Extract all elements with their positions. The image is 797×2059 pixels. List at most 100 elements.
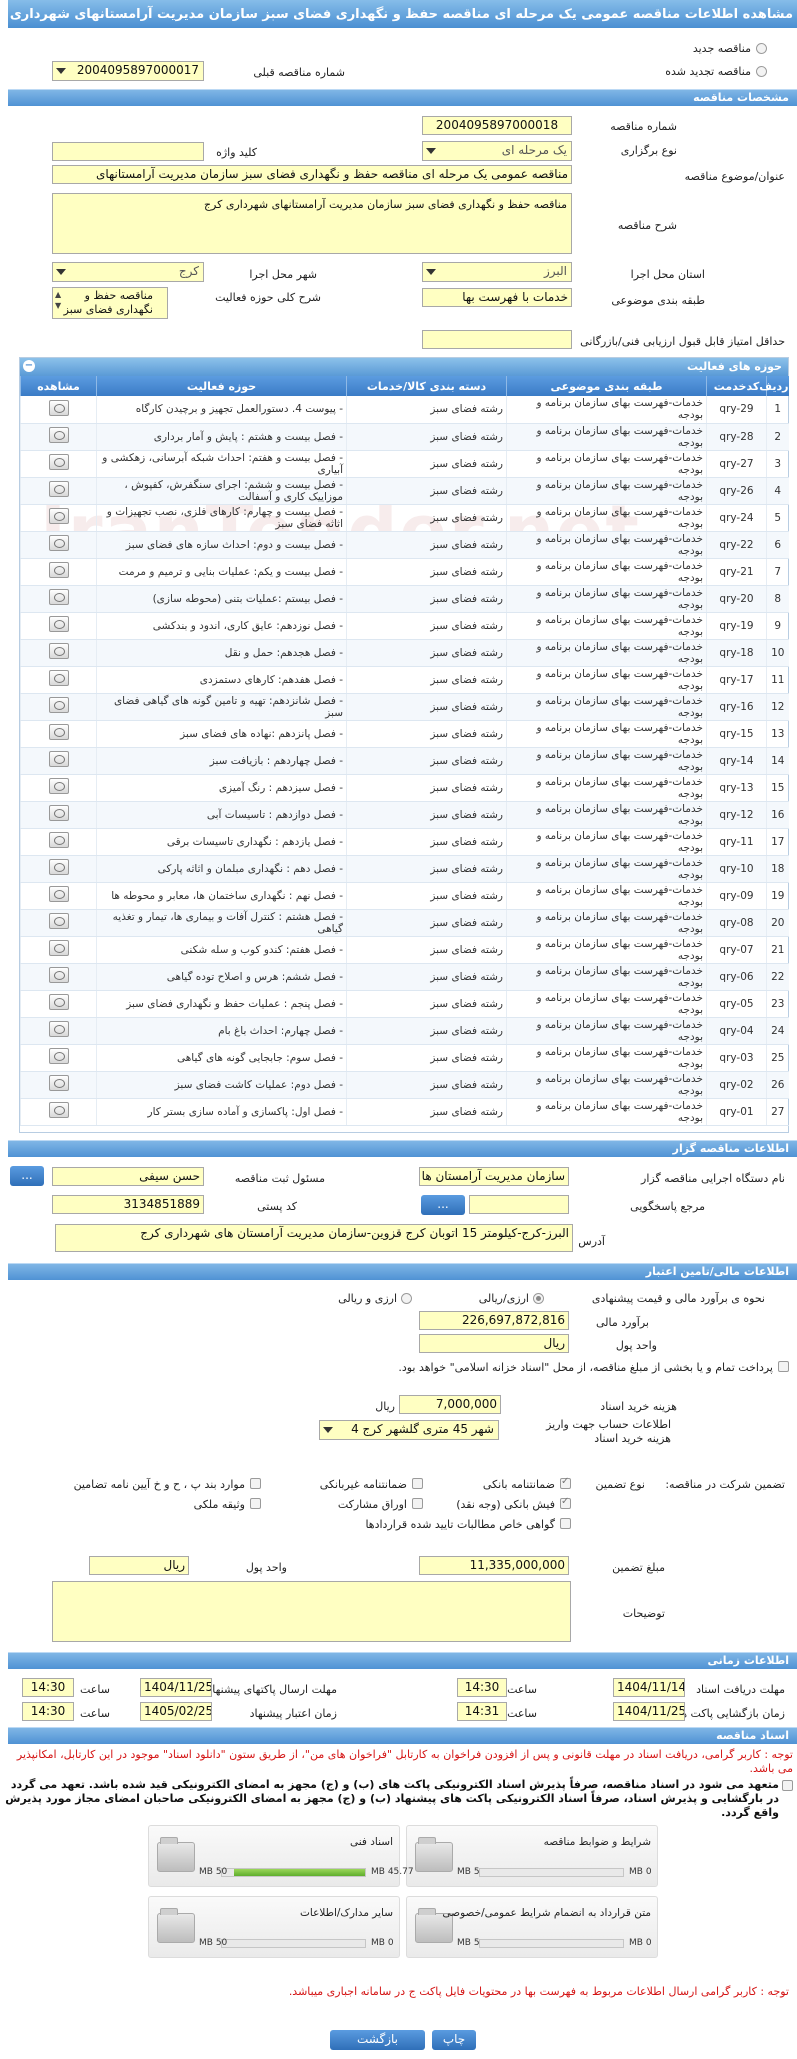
ref-field[interactable] — [469, 1195, 569, 1214]
view-icon[interactable] — [48, 967, 69, 983]
doc-box-technical[interactable]: اسناد فنی 50 MB 45.77 MB — [148, 1825, 414, 1887]
official-field[interactable]: حسن سیفی — [52, 1167, 204, 1186]
view-icon[interactable] — [48, 994, 69, 1010]
row-category: خدمات-فهرست بهای سازمان برنامه و بودجه — [506, 693, 707, 721]
print-button[interactable]: چاپ — [432, 2030, 476, 2050]
view-icon[interactable] — [48, 454, 69, 470]
treasury-checkbox[interactable] — [778, 1361, 789, 1372]
address-field[interactable]: البرز-کرج-کیلومتر 15 اتوبان کرج قزوین-سا… — [55, 1224, 573, 1252]
unit-field[interactable]: ریال — [419, 1334, 569, 1353]
row-activity: - فصل نهم : نگهداری ساختمان ها، معابر و … — [96, 882, 347, 910]
number-field[interactable]: 2004095897000018 — [422, 116, 572, 135]
section-docs: اسناد مناقصه — [8, 1727, 797, 1744]
commitment-checkbox[interactable] — [782, 1780, 793, 1791]
back-button[interactable]: بازگشت — [330, 2030, 425, 2050]
view-icon[interactable] — [48, 589, 69, 605]
view-icon[interactable] — [48, 724, 69, 740]
subject-field[interactable]: مناقصه عمومی یک مرحله ای مناقصه حفظ و نگ… — [52, 165, 572, 184]
prev-number-select[interactable]: 2004095897000017 — [52, 61, 204, 81]
city-select[interactable]: کرج — [52, 262, 204, 282]
fx-radio[interactable] — [401, 1293, 412, 1304]
send-time[interactable]: 14:30 — [22, 1678, 74, 1697]
opt-nonbank-checkbox[interactable] — [412, 1478, 423, 1489]
view-icon[interactable] — [48, 697, 69, 713]
row-activity: - فصل بیست و دوم: احداث سازه های فضای سب… — [96, 531, 347, 559]
row-index: 12 — [766, 693, 789, 721]
view-icon[interactable] — [48, 1048, 69, 1064]
opt-bonds-checkbox[interactable] — [412, 1498, 423, 1509]
renewed-tender-radio[interactable] — [756, 66, 767, 77]
budget-field[interactable]: 226,697,872,816 — [419, 1311, 569, 1330]
official-lookup-button[interactable]: ... — [10, 1166, 44, 1186]
doc-box-terms[interactable]: شرایط و ضوابط مناقصه 5 MB 0 MB — [406, 1825, 658, 1887]
row-code: qry-14 — [706, 747, 767, 775]
keyword-field[interactable] — [52, 142, 204, 161]
recv-time[interactable]: 14:30 — [457, 1678, 507, 1697]
amount-unit-field[interactable]: ریال — [89, 1556, 189, 1575]
opt-bank-checkbox[interactable] — [560, 1476, 571, 1489]
open-date[interactable]: 1404/11/25 — [613, 1702, 685, 1721]
doc-box-other[interactable]: سایر مدارک/اطلاعات 50 MB 0 MB — [148, 1896, 400, 1958]
section-specs: مشخصات مناقصه — [8, 89, 797, 106]
account-select[interactable]: شهر 45 متری گلشهر کرج 4 — [319, 1420, 499, 1440]
view-icon[interactable] — [48, 562, 69, 578]
row-view-cell — [20, 909, 97, 937]
valid-time[interactable]: 14:30 — [22, 1702, 74, 1721]
type-select[interactable]: یک مرحله ای — [422, 141, 572, 161]
row-activity: - فصل اول: پاکسازی و آماده سازی بستر کار — [96, 1098, 347, 1126]
view-icon[interactable] — [48, 805, 69, 821]
new-tender-radio[interactable] — [756, 43, 767, 54]
valid-date[interactable]: 1405/02/25 — [140, 1702, 212, 1721]
open-time[interactable]: 14:31 — [457, 1702, 507, 1721]
view-icon[interactable] — [48, 778, 69, 794]
opt-bank-label: ضمانتنامه بانکی — [482, 1478, 555, 1491]
view-icon[interactable] — [48, 427, 69, 443]
view-icon[interactable] — [48, 670, 69, 686]
view-icon[interactable] — [48, 643, 69, 659]
view-icon[interactable] — [48, 859, 69, 875]
desc-field[interactable]: مناقصه حفظ و نگهداری فضای سبز سازمان مدی… — [52, 193, 572, 254]
min-score-field[interactable] — [422, 330, 572, 349]
view-icon[interactable] — [48, 481, 69, 497]
view-icon[interactable] — [48, 1075, 69, 1091]
view-icon[interactable] — [48, 1021, 69, 1037]
scope-label: شرح کلی حوزه فعالیت — [215, 291, 321, 304]
view-icon[interactable] — [48, 535, 69, 551]
org-field[interactable]: سازمان مدیریت آرامستان ها — [419, 1167, 569, 1186]
table-row: 6 qry-22 خدمات-فهرست بهای سازمان برنامه و … — [20, 531, 789, 559]
view-icon[interactable] — [48, 508, 69, 524]
scroll-arrows-icon[interactable]: ▲ ▼ — [55, 289, 61, 311]
opt-cash-checkbox[interactable] — [560, 1496, 571, 1509]
view-icon[interactable] — [48, 751, 69, 767]
doc-box-contract[interactable]: متن قرارداد به انضمام شرایط عمومی/خصوصی … — [406, 1896, 658, 1958]
row-category: خدمات-فهرست بهای سازمان برنامه و بودجه — [506, 936, 707, 964]
scope-value: مناقصه حفظ و نگهداری فضای سبز سازمان مدی… — [63, 289, 153, 318]
category-field[interactable]: خدمات با فهرست بها — [422, 288, 572, 307]
view-icon[interactable] — [48, 1102, 69, 1118]
view-icon[interactable] — [48, 616, 69, 632]
opt-clauses-checkbox[interactable] — [250, 1478, 261, 1489]
row-group: رشته فضای سبز — [346, 1017, 507, 1045]
ref-lookup-button[interactable]: ... — [421, 1195, 465, 1215]
address-label: آدرس — [578, 1235, 605, 1248]
postal-field[interactable]: 3134851889 — [52, 1195, 204, 1214]
province-select[interactable]: البرز — [422, 262, 572, 282]
view-icon[interactable] — [48, 399, 69, 416]
view-icon[interactable] — [48, 913, 69, 929]
scope-field[interactable]: مناقصه حفظ و نگهداری فضای سبز سازمان مدی… — [52, 287, 168, 319]
row-code: qry-19 — [706, 612, 767, 640]
opt-claims-checkbox[interactable] — [560, 1518, 571, 1529]
rial-radio[interactable] — [533, 1293, 544, 1304]
opt-property-checkbox[interactable] — [250, 1498, 261, 1509]
view-icon[interactable] — [48, 886, 69, 902]
row-index: 27 — [766, 1098, 789, 1126]
notes-field[interactable] — [52, 1581, 571, 1642]
doc-fee-field[interactable]: 7,000,000 — [399, 1395, 501, 1414]
row-view-cell — [20, 504, 97, 532]
amount-field[interactable]: 11,335,000,000 — [419, 1556, 569, 1575]
view-icon[interactable] — [48, 832, 69, 848]
collapse-icon[interactable]: − — [23, 360, 35, 372]
view-icon[interactable] — [48, 940, 69, 956]
recv-date[interactable]: 1404/11/14 — [613, 1678, 685, 1697]
send-date[interactable]: 1404/11/25 — [140, 1678, 212, 1697]
